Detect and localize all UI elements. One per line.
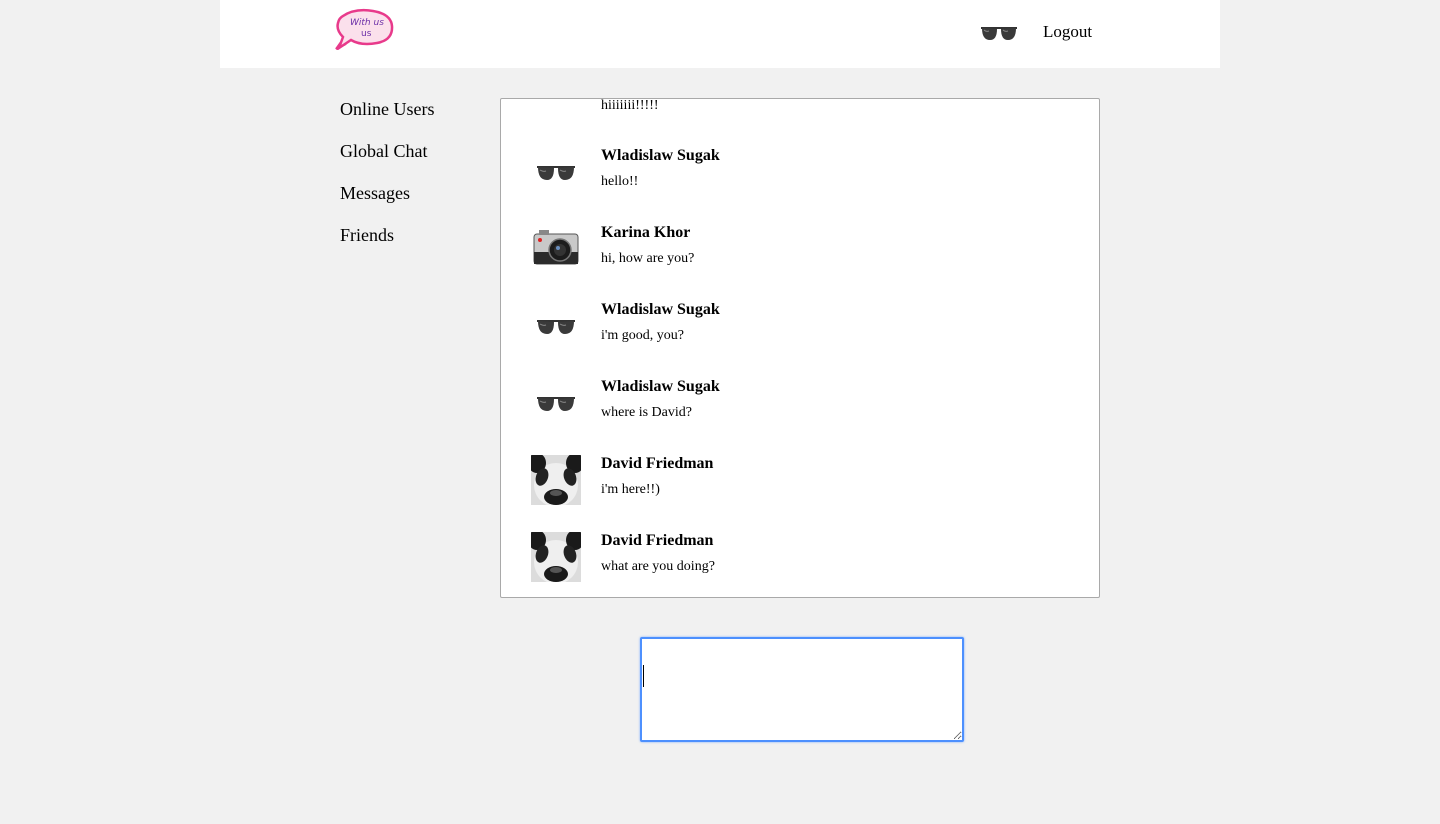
message-author: David Friedman xyxy=(601,532,714,549)
camera-icon xyxy=(533,230,579,265)
list-item: David Friedman what are you doing? xyxy=(531,532,1071,584)
message-author: Wladislaw Sugak xyxy=(601,301,720,318)
message-author: Wladislaw Sugak xyxy=(601,147,720,164)
message-text: what are you doing? xyxy=(601,559,715,574)
sunglasses-icon xyxy=(537,166,575,180)
message-author: Wladislaw Sugak xyxy=(601,378,720,395)
svg-text:With us: With us xyxy=(350,18,384,28)
sunglasses-icon[interactable] xyxy=(979,20,1019,46)
svg-text:us: us xyxy=(361,29,372,39)
list-item: David Friedman i'm here!!) xyxy=(531,455,1071,507)
list-item: Wladislaw Sugak where is David? xyxy=(531,378,1071,430)
header: With us us Logout xyxy=(220,0,1220,68)
message-text: where is David? xyxy=(601,405,692,420)
text-cursor xyxy=(643,665,644,687)
sunglasses-icon xyxy=(537,320,575,334)
sunglasses-icon xyxy=(537,397,575,411)
message-author: Karina Khor xyxy=(601,224,691,241)
message-input[interactable] xyxy=(640,637,964,742)
message-author: David Friedman xyxy=(601,455,714,472)
logo-icon[interactable]: With us us xyxy=(333,8,395,50)
sidebar-nav: Online Users Global Chat Messages Friend… xyxy=(340,98,480,266)
message-text: i'm good, you? xyxy=(601,328,685,343)
sidebar-item-messages[interactable]: Messages xyxy=(340,182,480,224)
message-text: hello!! xyxy=(601,174,639,189)
panda-icon xyxy=(531,455,581,505)
message-text: i'm here!!) xyxy=(601,482,660,497)
message-text: hiiiiiii!!!!! xyxy=(601,98,659,113)
list-item: Karina Khor hi, how are you? xyxy=(531,224,1071,276)
logout-link[interactable]: Logout xyxy=(1043,22,1092,42)
panda-icon xyxy=(531,532,581,582)
sidebar-item-friends[interactable]: Friends xyxy=(340,224,480,266)
sidebar-item-online-users[interactable]: Online Users xyxy=(340,98,480,140)
message-text: hi, how are you? xyxy=(601,251,695,266)
chat-messages-panel[interactable]: hiiiiiii!!!!! Wladislaw Sugak hello!! Ka… xyxy=(500,98,1100,598)
list-item: Wladislaw Sugak i'm good, you? xyxy=(531,301,1071,353)
sidebar-item-global-chat[interactable]: Global Chat xyxy=(340,140,480,182)
list-item: Wladislaw Sugak hello!! xyxy=(531,147,1071,199)
